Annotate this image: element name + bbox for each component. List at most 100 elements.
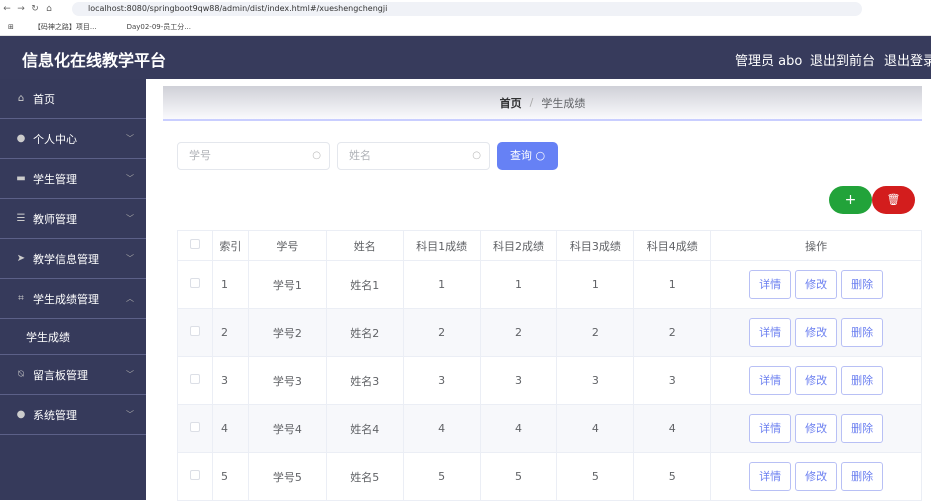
- name-input[interactable]: 姓名 ○: [337, 142, 490, 170]
- table-cell: 姓名2: [325, 308, 404, 357]
- back-icon[interactable]: ←: [0, 4, 14, 14]
- table-cell: 5: [556, 452, 635, 501]
- sidebar-item[interactable]: ● 系统管理 ﹀: [0, 395, 146, 435]
- sidebar-item[interactable]: ➤ 教学信息管理 ﹀: [0, 239, 146, 279]
- table-cell: 5: [479, 452, 558, 501]
- table-cell: 5: [211, 452, 249, 501]
- chevron-down-icon: ﹀: [126, 134, 134, 143]
- detail-button[interactable]: 详情: [749, 414, 792, 443]
- search-icon: ○: [535, 149, 546, 162]
- briefcase-icon: ▬: [16, 173, 26, 184]
- sidebar-item-label: 个人中心: [33, 132, 77, 146]
- search-icon: ○: [312, 150, 321, 161]
- row-checkbox[interactable]: [189, 374, 200, 384]
- home-browser-icon[interactable]: ⌂: [42, 4, 56, 14]
- delete-button[interactable]: 删除: [841, 414, 884, 443]
- table-cell: 4: [402, 404, 481, 453]
- placeholder: 姓名: [349, 149, 371, 162]
- trash-icon: 🗑: [886, 193, 901, 206]
- sidebar-subitem-scores[interactable]: 学生成绩: [0, 319, 146, 355]
- table-cell: 1: [556, 260, 635, 309]
- row-checkbox[interactable]: [189, 470, 200, 480]
- detail-button[interactable]: 详情: [749, 318, 792, 347]
- column-header: 科目3成绩: [556, 230, 635, 261]
- bookmark[interactable]: 【码神之路】项目...: [34, 22, 97, 32]
- edit-button[interactable]: 修改: [795, 318, 838, 347]
- column-header: 索引: [211, 230, 249, 261]
- add-button[interactable]: +: [829, 186, 872, 214]
- bookmarks-bar: ⊞ 【码神之路】项目... Day02-09-员工分...: [0, 18, 931, 36]
- crop-icon: ⌗: [18, 293, 24, 304]
- app-header: 信息化在线教学平台 管理员 abo 退出到前台 退出登录: [0, 36, 931, 79]
- table-cell: 1: [479, 260, 558, 309]
- delete-button[interactable]: 删除: [841, 462, 884, 491]
- send-icon: ➤: [16, 253, 26, 264]
- table-cell: 2: [211, 308, 249, 357]
- reload-icon[interactable]: ↻: [28, 4, 42, 14]
- table-cell: 姓名1: [325, 260, 404, 309]
- apps-icon[interactable]: ⊞: [8, 23, 14, 31]
- delete-button[interactable]: 删除: [841, 270, 884, 299]
- chevron-down-icon: ﹀: [126, 254, 134, 263]
- query-button[interactable]: 查询 ○: [497, 142, 558, 170]
- table-cell: 2: [556, 308, 635, 357]
- sidebar-item-label: 学生成绩管理: [33, 292, 99, 306]
- edit-button[interactable]: 修改: [795, 270, 838, 299]
- detail-button[interactable]: 详情: [749, 462, 792, 491]
- table-cell: 学号5: [247, 452, 327, 501]
- sidebar: ⌂ 首页 ● 个人中心 ﹀ ▬ 学生管理 ﹀ ☰ 教师管理 ﹀ ➤ 教学信息管理 ﹀ ⌗ 学生成绩管理 ︿ 学生成…: [0, 79, 146, 500]
- row-checkbox[interactable]: [189, 278, 200, 288]
- sidebar-item-label: 首页: [33, 92, 55, 106]
- table-cell: 4: [556, 404, 635, 453]
- actions-cell: 详情 修改 删除: [710, 308, 922, 357]
- forward-icon[interactable]: →: [14, 4, 28, 14]
- edit-button[interactable]: 修改: [795, 462, 838, 491]
- row-checkbox[interactable]: [189, 326, 200, 336]
- detail-button[interactable]: 详情: [749, 270, 792, 299]
- detail-button[interactable]: 详情: [749, 366, 792, 395]
- checkbox-cell: [177, 452, 213, 501]
- scores-table: 索引 学号 姓名 科目1成绩 科目2成绩 科目3成绩 科目4成绩 操作 1 学号1 姓名1 1 1 1 1…: [177, 230, 922, 501]
- checkbox-cell: [177, 404, 213, 453]
- sidebar-item[interactable]: ⌗ 学生成绩管理 ︿: [0, 279, 146, 319]
- table-cell: 5: [402, 452, 481, 501]
- row-checkbox[interactable]: [189, 422, 200, 432]
- edit-button[interactable]: 修改: [795, 414, 838, 443]
- delete-button[interactable]: 删除: [841, 318, 884, 347]
- home-icon: ⌂: [17, 93, 25, 104]
- delete-button[interactable]: 删除: [841, 366, 884, 395]
- sidebar-item[interactable]: ▬ 学生管理 ﹀: [0, 159, 146, 199]
- sidebar-item-label: 学生管理: [33, 172, 77, 186]
- batch-delete-button[interactable]: 🗑: [872, 186, 915, 214]
- breadcrumb-current: 学生成绩: [541, 96, 586, 110]
- breadcrumb-home[interactable]: 首页: [500, 95, 522, 111]
- table-cell: 1: [402, 260, 481, 309]
- breadcrumb: 首页 / 学生成绩: [163, 86, 922, 121]
- edit-button[interactable]: 修改: [795, 366, 838, 395]
- student-no-input[interactable]: 学号 ○: [177, 142, 330, 170]
- select-all-checkbox[interactable]: [189, 239, 200, 249]
- sidebar-item[interactable]: ⍉ 留言板管理 ﹀: [0, 355, 146, 395]
- table-cell: 3: [402, 356, 481, 405]
- user-icon: ●: [16, 133, 26, 144]
- table-cell: 4: [479, 404, 558, 453]
- placeholder: 学号: [189, 149, 211, 162]
- bookmark[interactable]: Day02-09-员工分...: [127, 22, 191, 32]
- table-cell: 2: [479, 308, 558, 357]
- sidebar-item[interactable]: ● 个人中心 ﹀: [0, 119, 146, 159]
- table-row: 3 学号3 姓名3 3 3 3 3 详情 修改 删除: [177, 356, 922, 405]
- table-cell: 学号1: [247, 260, 327, 309]
- column-header: 科目4成绩: [633, 230, 712, 261]
- front-link[interactable]: 退出到前台: [810, 50, 875, 69]
- checkbox-cell: [177, 260, 213, 309]
- sidebar-item-label: 教学信息管理: [33, 252, 99, 266]
- sidebar-item[interactable]: ☰ 教师管理 ﹀: [0, 199, 146, 239]
- table-cell: 1: [211, 260, 249, 309]
- sidebar-item[interactable]: ⌂ 首页: [0, 79, 146, 119]
- app-title: 信息化在线教学平台: [22, 51, 167, 70]
- logout-link[interactable]: 退出登录: [884, 50, 931, 69]
- checkbox-cell: [177, 308, 213, 357]
- header-checkbox-cell: [177, 230, 213, 261]
- address-bar[interactable]: localhost:8080/springboot9qw88/admin/dis…: [72, 2, 862, 16]
- plus-icon: +: [844, 192, 857, 208]
